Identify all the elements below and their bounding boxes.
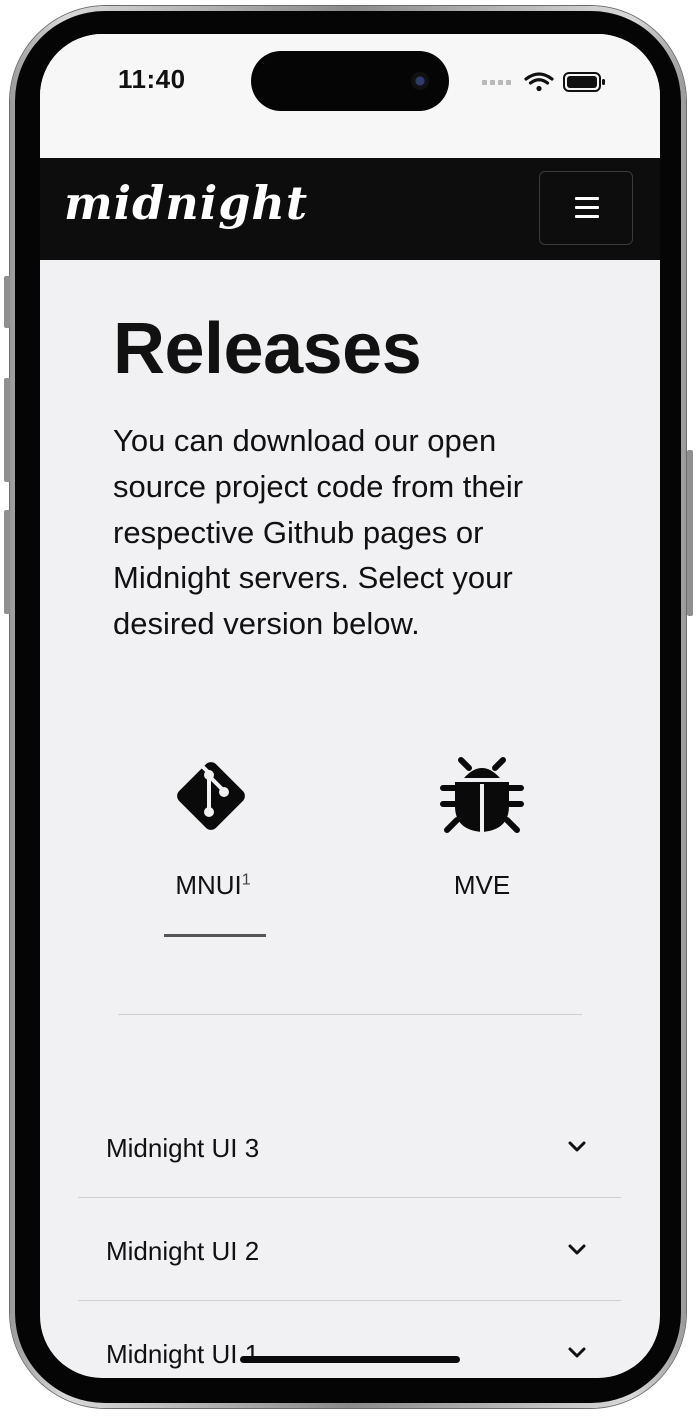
cellular-signal-icon	[482, 80, 511, 85]
git-icon	[177, 760, 245, 830]
volume-down-button	[4, 510, 10, 614]
home-indicator[interactable]	[240, 1356, 460, 1363]
section-divider	[118, 1014, 582, 1015]
battery-icon	[563, 72, 605, 92]
navbar: midnight	[40, 158, 660, 260]
status-bar: 11:40	[40, 34, 660, 158]
menu-button[interactable]	[539, 171, 633, 245]
front-camera-icon	[411, 72, 429, 90]
status-time: 11:40	[118, 64, 186, 94]
status-icons	[482, 72, 605, 92]
tab-label-text: MNUI	[175, 870, 242, 900]
screen: 11:40 midnight Releases You can download…	[40, 34, 660, 1378]
chevron-down-icon	[568, 1347, 586, 1358]
active-tab-underline	[164, 934, 266, 937]
tab-label-superscript: 1	[241, 871, 251, 889]
tab-label-text: MVE	[453, 870, 511, 900]
chevron-down-icon	[568, 1244, 586, 1255]
hamburger-menu-icon-line	[575, 197, 599, 200]
accordion-item-midnight-ui-2[interactable]: Midnight UI 2	[78, 1197, 621, 1299]
accordion-label: Midnight UI 1	[106, 1339, 260, 1369]
tab-mnui[interactable]: MNUI1	[138, 742, 288, 942]
brand-logo[interactable]: midnight	[64, 176, 308, 230]
page-title: Releases	[113, 309, 422, 389]
tab-label: MVE	[407, 870, 557, 901]
accordion-label: Midnight UI 3	[106, 1133, 260, 1163]
dynamic-island	[251, 51, 449, 111]
hamburger-menu-icon-line	[575, 206, 599, 209]
bug-icon	[440, 757, 524, 833]
accordion-item-midnight-ui-3[interactable]: Midnight UI 3	[78, 1094, 621, 1196]
accordion-label: Midnight UI 2	[106, 1236, 260, 1266]
intro-text: You can download our open source project…	[113, 423, 524, 642]
tab-mve[interactable]: MVE	[407, 742, 557, 942]
chevron-down-icon	[568, 1141, 586, 1152]
tab-label: MNUI1	[138, 870, 288, 901]
hamburger-menu-icon-line	[575, 215, 599, 218]
action-button	[4, 276, 10, 328]
wifi-icon	[524, 72, 554, 92]
power-button	[687, 450, 693, 616]
volume-up-button	[4, 378, 10, 482]
accordion-item-midnight-ui-1[interactable]: Midnight UI 1	[78, 1300, 621, 1378]
